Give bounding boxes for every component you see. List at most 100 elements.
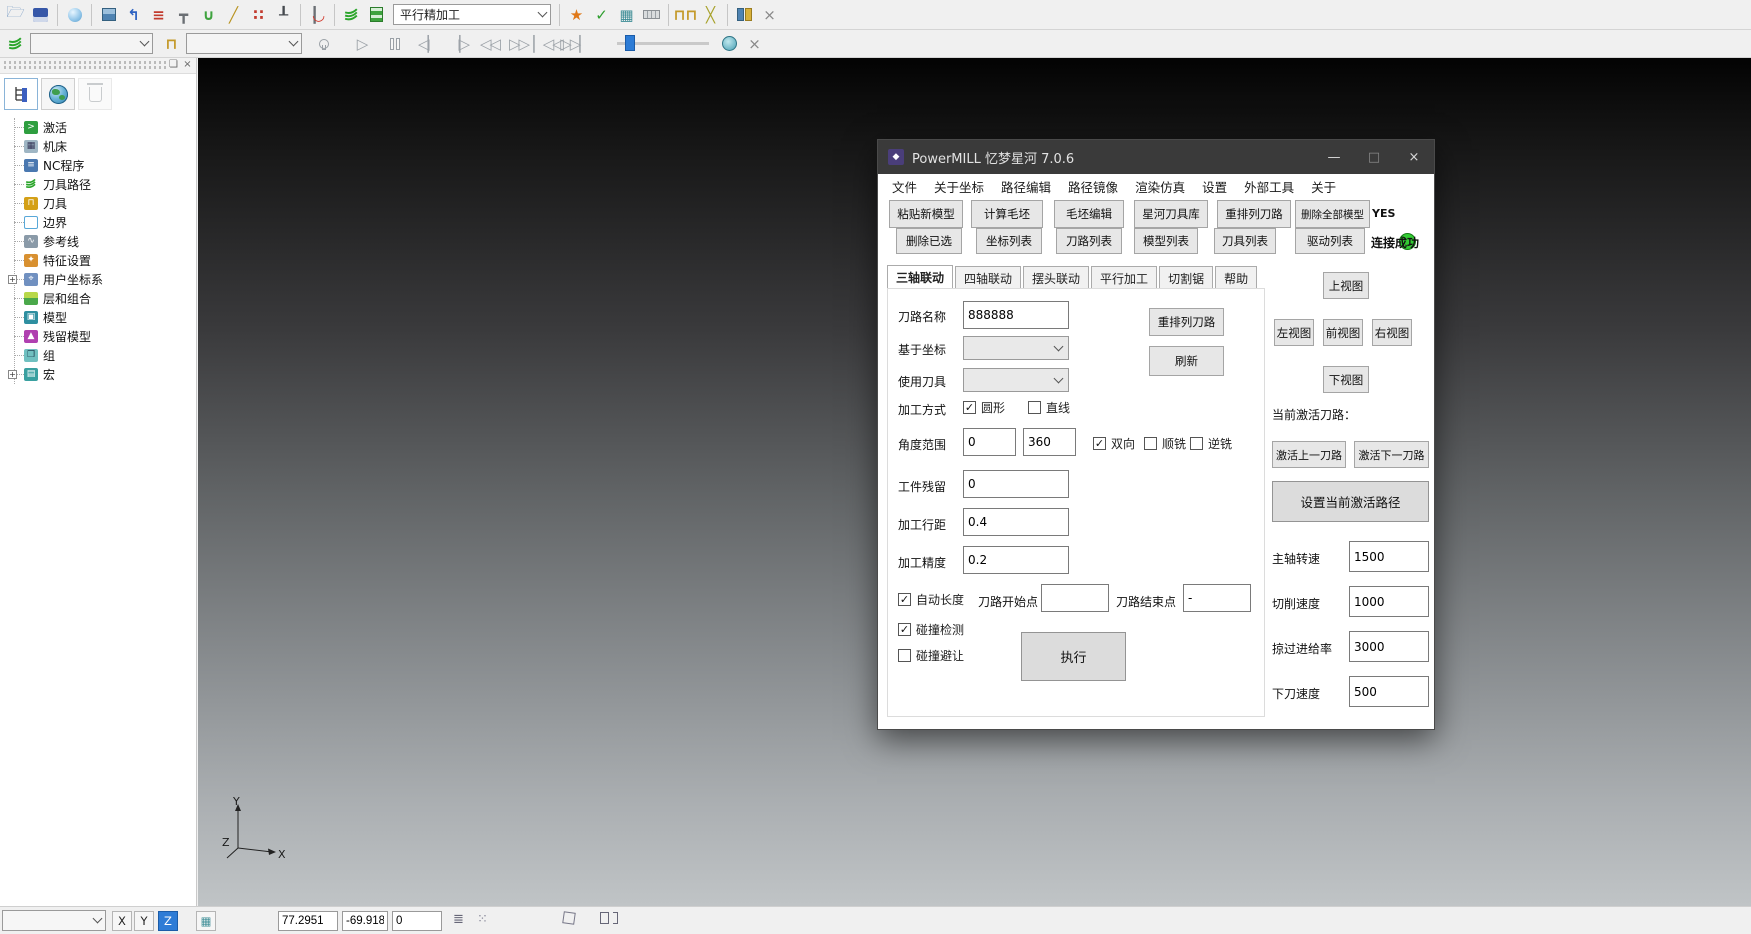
step-back-icon[interactable]: ◁▏ [415, 32, 440, 56]
collision-check-icon[interactable]: ┃◡ [305, 3, 330, 27]
menu-item-path-mirror[interactable]: 路径镜像 [1068, 177, 1118, 196]
tree-item-boundaries[interactable]: 边界 [6, 213, 194, 232]
play-icon[interactable]: ▷ [349, 32, 374, 56]
view-left-button[interactable]: 左视图 [1274, 319, 1314, 346]
delete-all-models-button[interactable]: 删除全部模型 [1295, 200, 1370, 228]
axis-y-toggle[interactable]: Y [134, 911, 154, 931]
menu-item-settings[interactable]: 设置 [1202, 177, 1227, 196]
edit-stock-button[interactable]: 毛坯编辑 [1054, 200, 1124, 228]
swap-arrows-icon[interactable]: ╳ [698, 3, 723, 27]
paste-new-model-button[interactable]: 粘贴新模型 [889, 200, 963, 228]
tab-parallel[interactable]: 平行加工 [1091, 266, 1157, 289]
rapid-feed-input[interactable] [1349, 631, 1429, 662]
climb-checkbox[interactable] [1144, 437, 1157, 450]
tab-help[interactable]: 帮助 [1215, 266, 1257, 289]
menu-item-render-sim[interactable]: 渲染仿真 [1135, 177, 1185, 196]
skip-end-icon[interactable]: ▷▷▏ [562, 32, 587, 56]
line-checkbox[interactable] [1028, 401, 1041, 414]
move-cursor-icon[interactable]: ⁙ [477, 912, 488, 927]
tool-pair-icon[interactable]: ⊓⊓ [673, 3, 698, 27]
menu-item-about[interactable]: 关于 [1311, 177, 1336, 196]
maximize-button[interactable]: □ [1354, 140, 1394, 174]
tree-item-stock-models[interactable]: ▲ 残留模型 [6, 327, 194, 346]
tab-recycle-bin[interactable] [78, 78, 112, 110]
calculator-icon[interactable]: ▦ [614, 3, 639, 27]
panel-grip[interactable] [4, 61, 166, 64]
expand-icon[interactable]: + [8, 275, 17, 284]
step-forward-icon[interactable]: ▕▷ [446, 32, 471, 56]
angle-from-input[interactable] [963, 428, 1016, 456]
coord-y-field[interactable] [342, 911, 388, 931]
axis-z-toggle[interactable]: Z [158, 911, 178, 931]
toolpath-list-icon[interactable] [364, 3, 389, 27]
conventional-checkbox[interactable] [1190, 437, 1203, 450]
toolpath-list-button[interactable]: 刀路列表 [1056, 228, 1122, 254]
refresh-button[interactable]: 刷新 [1149, 346, 1224, 376]
plunge-feed-input[interactable] [1349, 676, 1429, 707]
toolpath-active-icon[interactable] [339, 3, 364, 27]
activate-prev-toolpath-button[interactable]: 激活上一刀路 [1272, 441, 1346, 468]
toolpath-create-icon[interactable]: ↰ [121, 3, 146, 27]
tree-item-activate[interactable]: > 激活 [6, 118, 194, 137]
skip-start-icon[interactable]: ▏◁◁ [535, 32, 560, 56]
tree-item-toolpaths[interactable]: 刀具路径 [6, 175, 194, 194]
grid-toggle-icon[interactable]: ▦ [196, 911, 216, 931]
stepover-input[interactable] [963, 508, 1069, 536]
speed-slider-handle[interactable] [625, 35, 635, 51]
explorer-panel-header[interactable]: ❏ × [0, 58, 196, 74]
pause-icon[interactable] [382, 32, 407, 56]
tab-levels[interactable] [41, 78, 75, 110]
dialog-titlebar[interactable]: ◆ PowerMILL 忆梦星河 7.0.6 — □ × [878, 140, 1434, 174]
tool-ball-icon[interactable]: ┳ [171, 3, 196, 27]
rearrange-toolpaths-button[interactable]: 重排列刀路 [1217, 200, 1291, 228]
list-options-icon[interactable]: ≣ [453, 912, 464, 927]
cutting-feed-input[interactable] [1349, 586, 1429, 617]
tree-item-tools[interactable]: ⊓ 刀具 [6, 194, 194, 213]
close-button[interactable]: × [1394, 140, 1434, 174]
close-toolbar-icon[interactable]: × [757, 3, 782, 27]
tree-item-models[interactable]: ▣ 模型 [6, 308, 194, 327]
panel-grip[interactable] [4, 66, 166, 69]
rewind-icon[interactable]: ◁◁ [477, 32, 502, 56]
set-active-path-button[interactable]: 设置当前激活路径 [1272, 481, 1429, 522]
tool-library-button[interactable]: 星河刀具库 [1134, 200, 1208, 228]
workplane-cursor-icon[interactable] [563, 912, 575, 928]
tool-icon[interactable]: ⊓ [159, 32, 184, 56]
tree-item-nc-programs[interactable]: ≡ NC程序 [6, 156, 194, 175]
view-top-button[interactable]: 上视图 [1323, 272, 1369, 299]
delete-selected-button[interactable]: 删除已选 [896, 228, 962, 254]
tab-3axis[interactable]: 三轴联动 [887, 265, 953, 289]
tree-item-macros[interactable]: + ▤ 宏 [6, 365, 194, 384]
collision-check-checkbox[interactable]: ✓ [898, 623, 911, 636]
tree-item-feature-sets[interactable]: ✦ 特征设置 [6, 251, 194, 270]
menu-item-coords[interactable]: 关于坐标 [934, 177, 984, 196]
minimize-button[interactable]: — [1314, 140, 1354, 174]
tool-compare-icon[interactable] [732, 3, 757, 27]
base-coord-dropdown[interactable] [963, 336, 1069, 360]
tree-item-groups[interactable]: ❒ 组 [6, 346, 194, 365]
view-right-button[interactable]: 右视图 [1372, 319, 1412, 346]
pattern-icon[interactable]: ╱ [221, 3, 246, 27]
auto-length-checkbox[interactable]: ✓ [898, 593, 911, 606]
menu-item-external-tools[interactable]: 外部工具 [1244, 177, 1294, 196]
fast-forward-icon[interactable]: ▷▷ [506, 32, 531, 56]
lightbulb-icon[interactable] [310, 32, 335, 56]
nc-program-icon[interactable]: ≡ [146, 3, 171, 27]
rearrange-button[interactable]: 重排列刀路 [1149, 308, 1224, 336]
tree-item-patterns[interactable]: ∿ 参考线 [6, 232, 194, 251]
tolerance-input[interactable] [963, 546, 1069, 574]
tool-holder-icon[interactable]: ┸ [271, 3, 296, 27]
activate-next-toolpath-button[interactable]: 激活下一刀路 [1354, 441, 1429, 468]
calc-stock-button[interactable]: 计算毛坯 [971, 200, 1043, 228]
tree-item-machine[interactable]: ▦ 机床 [6, 137, 194, 156]
coord-list-button[interactable]: 坐标列表 [976, 228, 1042, 254]
axis-x-toggle[interactable]: X [112, 911, 132, 931]
tool-combobox[interactable] [186, 33, 302, 54]
toolpath-name-input[interactable] [963, 301, 1069, 329]
start-point-input[interactable] [1041, 584, 1109, 612]
view-bottom-button[interactable]: 下视图 [1323, 366, 1369, 393]
menu-item-path-edit[interactable]: 路径编辑 [1001, 177, 1051, 196]
use-tool-dropdown[interactable] [963, 368, 1069, 392]
tab-hierarchy[interactable] [4, 78, 38, 110]
tab-4axis[interactable]: 四轴联动 [955, 266, 1021, 289]
